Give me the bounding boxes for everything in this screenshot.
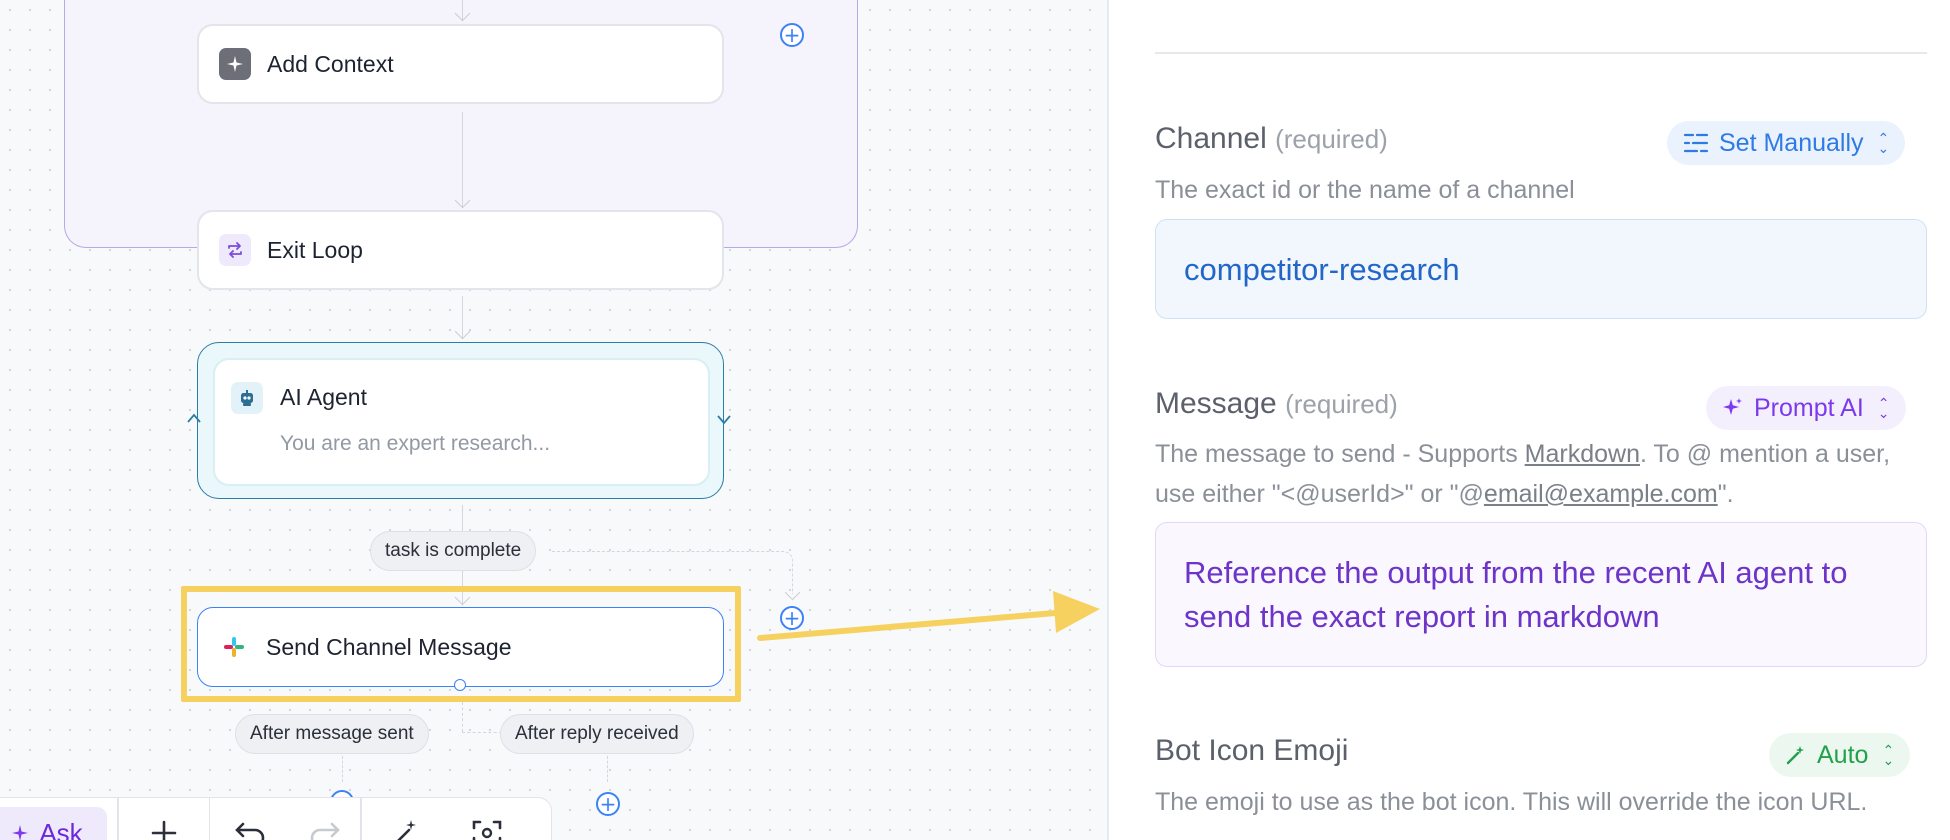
message-mode-selector[interactable]: Prompt AI ⌃ ⌄ — [1706, 386, 1906, 430]
node-ai-agent[interactable]: AI Agent You are an expert research... — [213, 358, 710, 486]
node-title: AI Agent — [280, 384, 367, 410]
fit-view-button[interactable] — [447, 803, 527, 840]
plus-circle-icon: + — [783, 23, 801, 47]
focus-icon — [472, 820, 501, 840]
branch-label: task is complete — [385, 540, 522, 561]
add-step-button[interactable]: + — [596, 792, 620, 816]
add-button[interactable] — [119, 803, 209, 840]
chevron-updown-icon: ⌃ ⌄ — [1877, 130, 1890, 156]
field-label-text: Bot Icon Emoji — [1155, 734, 1349, 767]
bot-icon-field-label: Bot Icon Emoji — [1155, 734, 1348, 768]
bot-icon-description: The emoji to use as the bot icon. This w… — [1155, 788, 1868, 816]
branch-label: After reply received — [515, 723, 679, 744]
node-label: Exit Loop — [267, 236, 363, 263]
channel-description: The exact id or the name of a channel — [1155, 176, 1575, 204]
loop-icon — [219, 234, 251, 266]
slack-icon — [218, 631, 250, 663]
output-handle[interactable] — [454, 679, 466, 691]
canvas-toolbar: Ask — [0, 797, 552, 840]
channel-input[interactable]: competitor-research — [1155, 219, 1927, 319]
workflow-canvas[interactable]: + + + Add Context Exit Loop AI Agent You… — [0, 0, 1107, 840]
field-label-text: Channel — [1155, 122, 1267, 155]
required-tag: (required) — [1275, 124, 1388, 154]
email-link[interactable]: email@example.com — [1484, 480, 1718, 508]
dashed-connector — [342, 756, 343, 782]
node-exit-loop[interactable]: Exit Loop — [197, 210, 724, 290]
channel-field-label: Channel (required) — [1155, 122, 1388, 156]
branch-after-reply-received[interactable]: After reply received — [500, 714, 694, 754]
message-value: Reference the output from the recent AI … — [1184, 555, 1848, 634]
node-send-channel-message[interactable]: Send Channel Message — [197, 607, 724, 691]
markdown-link[interactable]: Markdown — [1525, 440, 1640, 468]
dashed-connector — [462, 702, 463, 732]
ask-button[interactable]: Ask — [0, 807, 107, 840]
bot-icon-mode-selector[interactable]: Auto ⌃ ⌄ — [1769, 733, 1911, 777]
connector-arrow — [454, 323, 471, 340]
magic-wand-icon — [1786, 746, 1804, 765]
add-step-button[interactable]: + — [780, 23, 804, 47]
channel-mode-selector[interactable]: Set Manually ⌃ ⌄ — [1667, 121, 1906, 165]
branch-task-complete[interactable]: task is complete — [370, 531, 537, 571]
sparkle-icon — [219, 48, 251, 80]
node-label: Send Channel Message — [266, 633, 512, 660]
node-label: Add Context — [267, 50, 394, 77]
ask-label: Ask — [39, 817, 83, 840]
sparkle-icon — [12, 825, 29, 840]
chevron-updown-icon: ⌃ ⌄ — [1882, 742, 1895, 768]
mode-label: Prompt AI — [1754, 393, 1864, 422]
mode-label: Auto — [1817, 740, 1869, 769]
dashed-connector — [462, 732, 502, 733]
node-subtitle: You are an expert research... — [280, 432, 551, 455]
message-field-label: Message (required) — [1155, 387, 1398, 421]
message-input[interactable]: Reference the output from the recent AI … — [1155, 522, 1927, 667]
plus-icon — [151, 820, 176, 840]
branch-label: After message sent — [250, 723, 414, 744]
list-icon — [1683, 133, 1709, 153]
desc-text: ". — [1717, 480, 1734, 508]
message-description: The message to send - Supports Markdown.… — [1155, 434, 1935, 514]
desc-text: The message to send - Supports — [1155, 440, 1525, 468]
redo-icon — [310, 822, 340, 840]
branch-after-message-sent[interactable]: After message sent — [235, 714, 429, 754]
chevron-updown-icon: ⌃ ⌄ — [1877, 395, 1890, 421]
section-divider — [1155, 52, 1927, 54]
loop-arrow-up-icon — [187, 413, 201, 423]
sparkle-icon — [1723, 398, 1742, 415]
dashed-connector — [607, 756, 608, 782]
channel-value: competitor-research — [1184, 252, 1460, 287]
mode-label: Set Manually — [1719, 128, 1864, 157]
loop-arrow-down-icon — [717, 415, 731, 425]
step-config-panel: Channel (required) Set Manually ⌃ ⌄ The e… — [1109, 0, 1950, 840]
node-add-context[interactable]: Add Context — [197, 24, 724, 104]
auto-layout-button[interactable] — [362, 803, 447, 840]
field-label-text: Message — [1155, 387, 1277, 420]
redo-button[interactable] — [290, 803, 360, 840]
robot-icon — [231, 382, 263, 414]
undo-button[interactable] — [210, 803, 290, 840]
plus-circle-icon: + — [599, 792, 617, 816]
annotation-arrow — [757, 591, 1100, 641]
magic-wand-icon — [397, 820, 416, 840]
undo-icon — [235, 822, 265, 840]
required-tag: (required) — [1285, 389, 1398, 419]
